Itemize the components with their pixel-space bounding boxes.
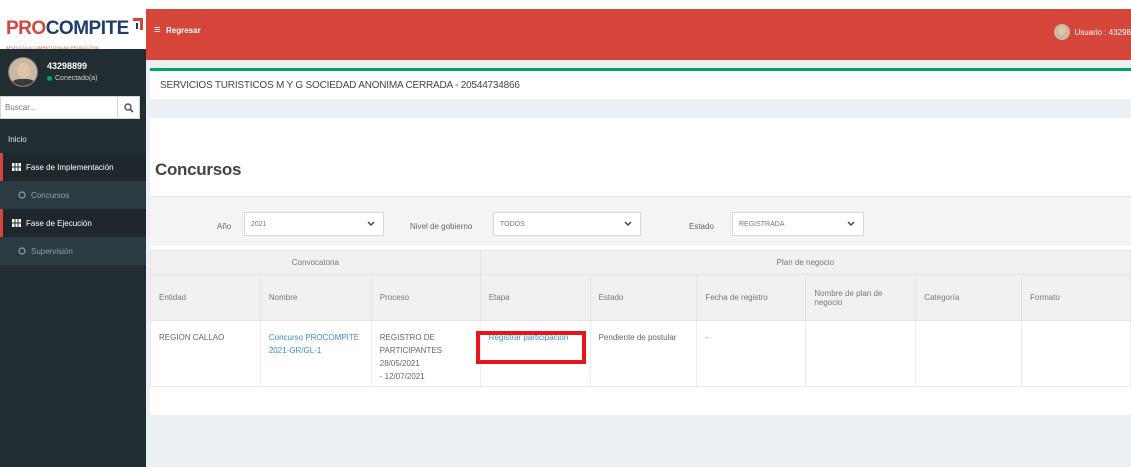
logo-pro: PRO xyxy=(6,18,46,39)
col-etapa: Etapa xyxy=(479,274,591,321)
state-select-value: REGISTRADA xyxy=(739,220,785,228)
chevron-down-icon xyxy=(624,221,632,227)
user-panel: 43298899 Conectado(a) xyxy=(0,49,146,94)
grid-icon xyxy=(12,219,21,227)
table-header-row: Entidad Nombre Proceso Etapa Estado Fech… xyxy=(150,274,1131,321)
year-select[interactable]: 2021 xyxy=(244,212,384,236)
cell-nombre: Concurso PROCOMPITE 2021-GR/GL-1 xyxy=(259,320,372,387)
search-input[interactable] xyxy=(0,96,118,119)
chevron-down-icon xyxy=(847,221,855,227)
search-button[interactable] xyxy=(118,96,140,119)
top-strip xyxy=(0,0,1131,9)
menu-icon[interactable]: ≡ xyxy=(154,24,160,36)
user-menu-label: Usuario : 43298 xyxy=(1074,27,1131,37)
table-group-header: Convocatoria Plan de negocio xyxy=(150,250,1131,275)
user-status-label: Conectado(a) xyxy=(55,75,98,82)
level-select[interactable]: TODOS xyxy=(493,212,641,236)
col-estado: Estado xyxy=(589,274,698,321)
user-avatar-icon xyxy=(8,56,38,87)
page-title: Concursos xyxy=(155,160,242,179)
sidebar: PROCOMPITE APOYO A LA COMPETITIVIDAD PRO… xyxy=(0,9,146,467)
group-plan-negocio: Plan de negocio xyxy=(479,250,1131,275)
cell-plan xyxy=(805,320,917,387)
sidebar-item-concursos[interactable]: Concursos xyxy=(0,181,146,209)
state-label: Estado xyxy=(689,222,714,231)
sidebar-item-label: Fase de Ejecución xyxy=(26,218,92,228)
search-icon xyxy=(123,102,134,113)
sidebar-item-supervision[interactable]: Supervisión xyxy=(0,237,146,265)
col-fecha-registro: Fecha de registro xyxy=(696,274,807,321)
cell-fecha: - xyxy=(696,320,807,387)
col-entidad: Entidad xyxy=(150,274,261,321)
col-proceso: Proceso xyxy=(370,274,481,321)
col-nombre-plan: Nombre de plan de negocio xyxy=(805,274,917,321)
sidebar-item-label: Supervisión xyxy=(31,246,73,256)
year-select-value: 2021 xyxy=(251,220,267,228)
logo[interactable]: PROCOMPITE APOYO A LA COMPETITIVIDAD PRO… xyxy=(0,9,146,50)
sidebar-item-fase-implementacion[interactable]: Fase de Implementación xyxy=(0,153,146,181)
cell-categoria xyxy=(915,320,1023,387)
col-nombre: Nombre xyxy=(259,274,372,321)
level-select-value: TODOS xyxy=(500,220,525,228)
state-select[interactable]: REGISTRADA xyxy=(732,212,864,236)
cell-proceso: REGISTRO DE PARTICIPANTES 28/05/2021- 12/… xyxy=(370,320,481,387)
user-name: 43298899 xyxy=(47,61,88,71)
sidebar-item-label: Concursos xyxy=(31,190,70,200)
sidebar-item-inicio[interactable]: Inicio xyxy=(0,125,146,153)
online-dot-icon xyxy=(47,76,52,81)
sidebar-item-label: Inicio xyxy=(8,134,27,144)
circle-icon xyxy=(18,247,26,255)
group-convocatoria: Convocatoria xyxy=(150,250,481,275)
circle-icon xyxy=(18,191,26,199)
cell-entidad: REGION CALLAO xyxy=(150,320,261,387)
user-status: Conectado(a) xyxy=(47,75,97,82)
top-header: ≡ Regresar Usuario : 43298 xyxy=(146,9,1131,60)
back-link[interactable]: Regresar xyxy=(166,26,201,35)
logo-compite: COMPITE xyxy=(45,18,130,39)
sidebar-item-label: Fase de Implementación xyxy=(26,162,114,172)
level-label: Nivel de gobierno xyxy=(410,222,473,231)
col-categoria: Categoría xyxy=(915,274,1023,321)
cell-formato xyxy=(1021,320,1131,387)
sidebar-item-fase-ejecucion[interactable]: Fase de Ejecución xyxy=(0,209,146,237)
company-box: SERVICIOS TURISTICOS M Y G SOCIEDAD ANON… xyxy=(150,68,1131,99)
content-area: SERVICIOS TURISTICOS M Y G SOCIEDAD ANON… xyxy=(146,60,1131,467)
filters-bar: Año 2021 Nivel de gobierno TODOS Estado … xyxy=(150,196,1131,246)
logo-tagline: APOYO A LA COMPETITIVIDAD PRODUCTIVA xyxy=(6,45,99,50)
concurso-link[interactable]: Concurso PROCOMPITE 2021-GR/GL-1 xyxy=(269,333,359,355)
concursos-table: Convocatoria Plan de negocio Entidad Nom… xyxy=(150,250,1131,387)
sidebar-menu: Inicio Fase de Implementación Concursos … xyxy=(0,125,146,265)
user-menu[interactable]: Usuario : 43298 xyxy=(1053,24,1131,40)
user-avatar-icon xyxy=(1053,24,1070,40)
cell-estado: Pendiente de postular xyxy=(589,320,698,387)
chevron-down-icon xyxy=(367,221,375,227)
sidebar-search xyxy=(0,96,140,119)
col-formato: Formato xyxy=(1021,274,1131,321)
highlight-box xyxy=(476,331,586,364)
logo-mark-icon xyxy=(131,16,145,30)
company-name: SERVICIOS TURISTICOS M Y G SOCIEDAD ANON… xyxy=(160,80,520,91)
table-row: REGION CALLAO Concurso PROCOMPITE 2021-GR… xyxy=(150,320,1131,387)
grid-icon xyxy=(12,163,21,171)
year-label: Año xyxy=(217,222,232,231)
